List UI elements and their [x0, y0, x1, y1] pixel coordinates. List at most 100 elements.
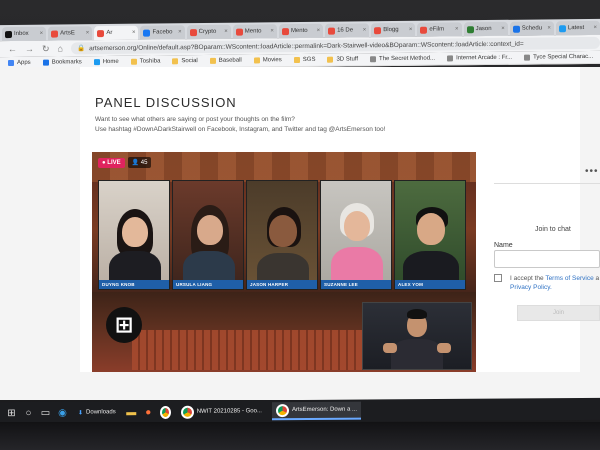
bookmark-item[interactable]: Toshiba: [130, 58, 160, 65]
tab-label: Inbox: [14, 30, 29, 37]
close-tab-icon[interactable]: ×: [317, 28, 321, 34]
close-tab-icon[interactable]: ×: [132, 30, 136, 36]
bookmark-item[interactable]: SGS: [293, 57, 315, 64]
tab-favicon-icon: [374, 26, 382, 34]
browser-tab[interactable]: Jason ×: [463, 21, 508, 37]
browser-tab[interactable]: Schedu ×: [509, 21, 554, 36]
tab-favicon-icon: [97, 29, 105, 37]
sign-language-interpreter-inset: [362, 302, 472, 370]
browser-tab[interactable]: Mento ×: [278, 23, 324, 39]
taskbar-app-nwit[interactable]: NWIT 20210285 - Goo...: [177, 402, 266, 421]
tab-favicon-icon: [189, 28, 197, 36]
task-view-icon[interactable]: ▭: [40, 407, 51, 418]
tab-label: 16 De: [337, 27, 354, 34]
close-tab-icon[interactable]: ×: [363, 27, 367, 33]
join-chat-button[interactable]: Join: [517, 305, 600, 321]
home-icon[interactable]: ⌂: [58, 43, 63, 53]
browser-tab[interactable]: Ar ×: [94, 25, 139, 41]
panelist-name: SUZANNE LEE: [321, 280, 391, 289]
download-folder-icon: ⬇: [78, 410, 84, 417]
bookmark-item[interactable]: Internet Arcade : Fr...: [447, 55, 512, 62]
chrome-icon[interactable]: [159, 405, 171, 419]
close-tab-icon[interactable]: ×: [40, 31, 44, 37]
name-input[interactable]: [494, 250, 600, 268]
privacy-policy-link[interactable]: Privacy Policy.: [510, 284, 552, 291]
browser-tab[interactable]: Mento ×: [232, 24, 277, 39]
chrome-icon: [180, 405, 194, 419]
panelist-name: DUYNG KNOB: [99, 280, 169, 289]
tab-favicon-icon: [281, 27, 289, 35]
bookmark-item[interactable]: 3D Stuff: [327, 56, 358, 63]
close-tab-icon[interactable]: ×: [224, 29, 228, 35]
bookmark-item[interactable]: Tyce Special Charac...: [524, 54, 593, 61]
close-tab-icon[interactable]: ×: [178, 29, 182, 35]
windows-taskbar: ⊞ ○ ▭ ◉ ⬇ Downloads ▬ ● NWIT 20210285 - …: [0, 397, 600, 425]
windows-start-icon[interactable]: ⊞: [6, 407, 17, 418]
bookmark-item[interactable]: Bookmarks: [42, 59, 82, 66]
taskbar-app-artsemerson[interactable]: ArtsEmerson: Down a ...: [271, 401, 362, 421]
back-icon[interactable]: ←: [8, 44, 17, 54]
accept-terms-checkbox[interactable]: [494, 274, 502, 282]
tab-label: Latest: [567, 25, 585, 32]
forward-icon[interactable]: →: [25, 44, 34, 54]
page-icon: [447, 55, 454, 62]
close-tab-icon[interactable]: ×: [86, 30, 90, 36]
browser-tab[interactable]: ArtsE ×: [48, 26, 93, 41]
browser-tab[interactable]: Latest ×: [555, 20, 600, 36]
close-tab-icon[interactable]: ×: [455, 26, 459, 32]
bookmark-item[interactable]: Apps: [8, 59, 31, 67]
close-tab-icon[interactable]: ×: [594, 25, 598, 31]
folder-icon: [327, 56, 334, 63]
browser-tab[interactable]: Blogg ×: [371, 22, 416, 38]
browser-tab[interactable]: Inbox ×: [2, 26, 47, 42]
close-tab-icon[interactable]: ×: [409, 27, 413, 33]
search-icon[interactable]: ○: [23, 407, 34, 418]
name-label: Name: [494, 242, 513, 249]
tab-label: Mento: [244, 28, 262, 35]
bookmark-label: The Secret Method...: [379, 55, 436, 63]
page-description: Want to see what others are saying or po…: [95, 115, 385, 135]
reload-icon[interactable]: ↻: [42, 43, 50, 54]
tab-label: Crypto: [198, 28, 217, 36]
terms-of-service-link[interactable]: Terms of Service: [545, 275, 593, 282]
bookmark-item[interactable]: Home: [93, 58, 119, 66]
more-options-icon[interactable]: •••: [585, 166, 599, 177]
video-player[interactable]: ● LIVE 👤 45 DUYNG KNOB URSULA LIANG JASO…: [92, 152, 476, 372]
close-tab-icon[interactable]: ×: [501, 26, 505, 32]
browser-tab[interactable]: Crypto ×: [186, 24, 231, 40]
browser-tab[interactable]: eFilm ×: [417, 22, 462, 37]
edge-icon[interactable]: ◉: [57, 407, 68, 418]
close-tab-icon[interactable]: ×: [270, 28, 274, 34]
folder-icon: [209, 57, 216, 64]
browser-tab[interactable]: Facebo ×: [140, 25, 185, 40]
panelist-tile: JASON HARPER: [246, 180, 318, 290]
bookmark-item[interactable]: Social: [172, 58, 198, 65]
monitor-bezel: [0, 422, 600, 450]
join-to-chat-label: Join to chat: [535, 226, 571, 233]
bookmark-label: Social: [181, 58, 198, 65]
tab-label: eFilm: [429, 26, 445, 33]
firefox-icon[interactable]: ●: [143, 407, 154, 418]
twitter-bird-icon: [93, 59, 100, 66]
bookmark-item[interactable]: The Secret Method...: [370, 56, 435, 63]
folder-icon[interactable]: ▬: [126, 407, 137, 418]
url-text: artsemerson.org/Online/default.asp?BOpar…: [89, 40, 524, 52]
page-icon: [370, 56, 377, 63]
apps-grid-icon: [8, 59, 14, 67]
tab-label: Ar: [106, 29, 113, 37]
panelist-tile: ALEX YOM: [394, 180, 466, 290]
bookmark-item[interactable]: Movies: [253, 57, 282, 64]
taskbar-app-downloads[interactable]: ⬇ Downloads: [74, 403, 120, 421]
lock-icon: 🔒: [76, 45, 86, 53]
tab-favicon-icon: [328, 27, 336, 35]
tab-favicon-icon: [512, 25, 520, 33]
tab-label: Blogg: [383, 26, 399, 34]
folder-icon: [130, 58, 137, 65]
browser-tab[interactable]: 16 De ×: [325, 23, 370, 38]
description-line-1: Want to see what others are saying or po…: [95, 116, 295, 123]
close-tab-icon[interactable]: ×: [547, 25, 551, 31]
bookmark-label: Home: [102, 58, 119, 66]
bookmark-item[interactable]: Baseball: [209, 57, 242, 64]
tab-favicon-icon: [420, 26, 428, 34]
tab-favicon-icon: [235, 28, 243, 36]
